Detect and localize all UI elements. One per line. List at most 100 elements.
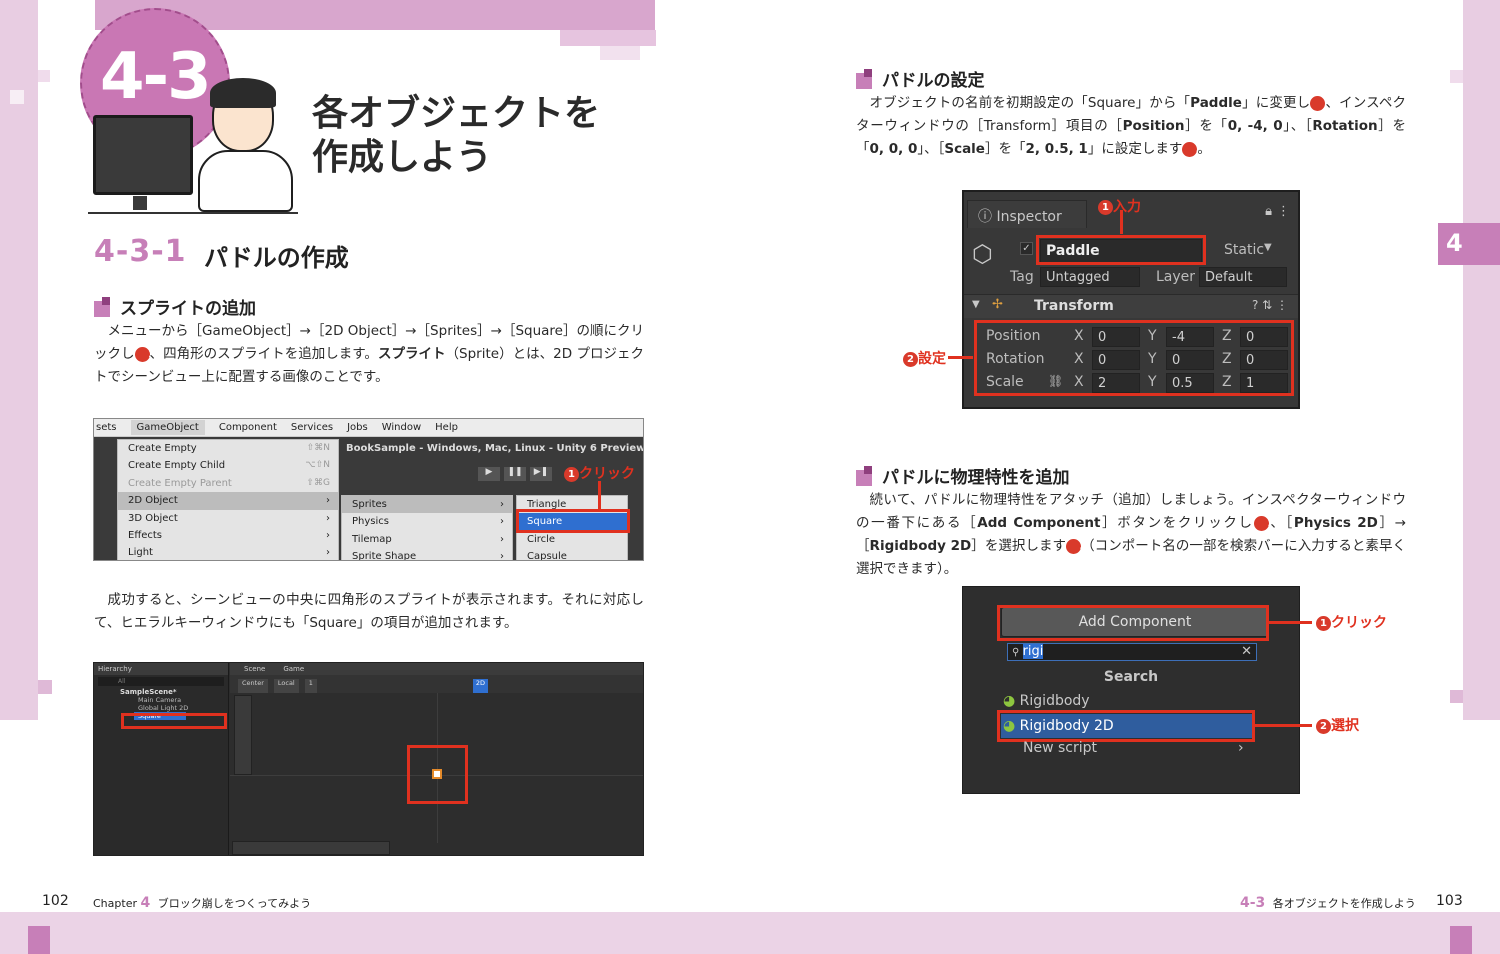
callout-box [516,509,630,533]
menu-circle[interactable]: Circle [517,531,627,548]
callout-box [974,320,1294,396]
pixel-decoration [28,926,50,954]
step-1-badge: 1 [1310,96,1331,111]
menu-sprites[interactable]: Sprites › [342,496,512,514]
menu-3d-object[interactable]: 3D Object › [118,510,338,527]
hierarchy-search[interactable]: All [98,677,224,686]
pivot-local-toggle[interactable]: Local [273,679,299,693]
pivot-center-toggle[interactable]: Center [238,679,268,693]
more-menu-icon[interactable]: ⋮ [1277,204,1290,219]
2d-toggle[interactable]: 2D [472,679,489,693]
hierarchy-item[interactable]: Main Camera [94,696,228,704]
step-icon[interactable]: ▶❚ [530,467,552,481]
page-number-left: 102 [42,893,69,909]
gameobject-icon: ⬡ [972,240,993,268]
callout-line [1268,621,1312,624]
hierarchy-item[interactable]: Global Light 2D [94,704,228,712]
callout-line [598,481,601,509]
callout-box [121,713,227,729]
component-menu-icon[interactable]: ? ⇅ ⋮ [1252,298,1288,312]
chapter-title-line1: 各オブジェクトを [312,93,601,134]
pixel-decoration [38,70,50,82]
callout-click-label: 1 クリック [564,463,635,483]
pause-icon[interactable]: ❚❚ [504,467,526,481]
paragraph: メニューから［GameObject］→［2D Object］→［Sprites］… [94,320,644,389]
layer-dropdown[interactable]: Default [1199,267,1287,287]
section-title: パドルの作成 [204,244,349,272]
window-title: BookSample - Windows, Mac, Linux - Unity… [346,443,644,454]
lock-icon[interactable]: 🔒︎ [1265,204,1272,219]
pixel-decoration [1450,690,1463,703]
subsection-title: スプライトの追加 [120,299,256,319]
menu-item-component[interactable]: Component [219,422,277,433]
menu-capsule[interactable]: Capsule [517,548,627,560]
menu-item-window[interactable]: Window [382,422,421,433]
callout-select-label: 2 選択 [1316,715,1359,735]
tool-palette[interactable] [234,695,252,775]
menu-sprite-shape[interactable]: Sprite Shape › [342,548,512,560]
callout-line [1254,724,1312,727]
text-run: 、四角形のスプライトを追加します。 [149,346,378,362]
tab-game[interactable]: Game [283,663,304,675]
callout-box [997,605,1269,641]
play-icon[interactable]: ▶ [478,467,500,481]
gameobject-menu: Create Empty ⇧⌘N Create Empty Child ⌥⇧N Cr… [117,439,339,560]
tab-scene[interactable]: Scene [244,663,265,675]
bottom-tool-overlay[interactable] [232,841,390,855]
foldout-arrow-icon[interactable]: ▼ [972,299,980,310]
footer-chapter: Chapter 4 ブロック崩しをつくってみよう [93,895,312,911]
menu-tilemap[interactable]: Tilemap › [342,531,512,548]
menu-item-assets[interactable]: sets [96,422,117,433]
component-title: Transform [1034,298,1114,314]
result-rigidbody[interactable]: ◕ Rigidbody [1003,693,1090,709]
subsection-title: パドルの設定 [882,71,985,91]
hierarchy-tab[interactable]: Hierarchy [94,663,228,675]
monitor-illustration [93,115,193,195]
scene-root[interactable]: SampleScene* [94,688,228,696]
chevron-down-icon[interactable]: ▼ [1264,242,1272,253]
add-component-screenshot: Add Component ⚲ rigi ✕ Search ◕ Rigidbod… [962,586,1300,794]
menu-light[interactable]: Light › [118,544,338,560]
search-icon: ⚲ [1012,647,1023,658]
menu-effects[interactable]: Effects › [118,527,338,544]
hierarchy-panel: Hierarchy All SampleScene* Main Camera G… [94,663,229,855]
info-icon: ⓘ [978,209,997,225]
callout-line [948,356,973,359]
menu-item-help[interactable]: Help [435,422,458,433]
subsection-heading: スプライトの追加 [94,294,256,319]
static-label[interactable]: Static [1224,242,1264,258]
callout-click-label: 1 クリック [1316,612,1387,632]
menu-2d-object[interactable]: 2D Object › [118,492,338,510]
component-search-input[interactable]: ⚲ rigi ✕ [1007,643,1257,661]
left-edge-decoration [0,0,38,720]
menu-physics[interactable]: Physics › [342,513,512,530]
menu-create-empty-parent: Create Empty Parent ⇧⌘G [128,477,330,489]
2d-object-submenu: Sprites › Physics › Tilemap › Sprite Shape › [341,495,513,560]
callout-box [997,710,1255,742]
inspector-tab[interactable]: ⓘ Inspector [967,200,1087,228]
tag-dropdown[interactable]: Untagged [1040,267,1140,287]
pixel-decoration [560,30,656,46]
bottom-band-decoration [0,912,1500,954]
menu-create-empty-child[interactable]: Create Empty Child ⌥⇧N [118,457,338,474]
subsection-heading: パドルに物理特性を追加 [856,463,1070,488]
grid-snap-value[interactable]: 1 [304,679,317,693]
menu-create-empty[interactable]: Create Empty ⇧⌘N [118,440,338,457]
heading-marker-icon [856,68,876,89]
active-checkbox[interactable]: ✓ [1020,242,1033,255]
heading-marker-icon [94,296,114,317]
transform-header[interactable]: ▼ ✢ Transform ? ⇅ ⋮ [964,294,1298,318]
chevron-right-icon: › [1238,740,1244,756]
paragraph: 成功すると、シーンビューの中央に四角形のスプライトが表示されます。それに対応して… [94,592,644,631]
clear-search-icon[interactable]: ✕ [1241,644,1252,660]
result-new-script[interactable]: New script › [1023,740,1244,756]
step-2-badge: 2 [1182,142,1203,157]
right-edge-decoration [1463,0,1500,720]
square-sprite[interactable] [432,769,442,779]
menu-item-services[interactable]: Services [291,422,333,433]
menu-screenshot: sets GameObject Component Services Jobs … [93,418,644,561]
page-number-right: 103 [1436,893,1463,909]
menu-item-jobs[interactable]: Jobs [347,422,368,433]
menu-item-gameobject[interactable]: GameObject [130,420,205,435]
inspector-screenshot: ⓘ Inspector 🔒︎ ⋮ ⬡ ✓ Paddle Static ▼ Tag… [962,190,1300,409]
